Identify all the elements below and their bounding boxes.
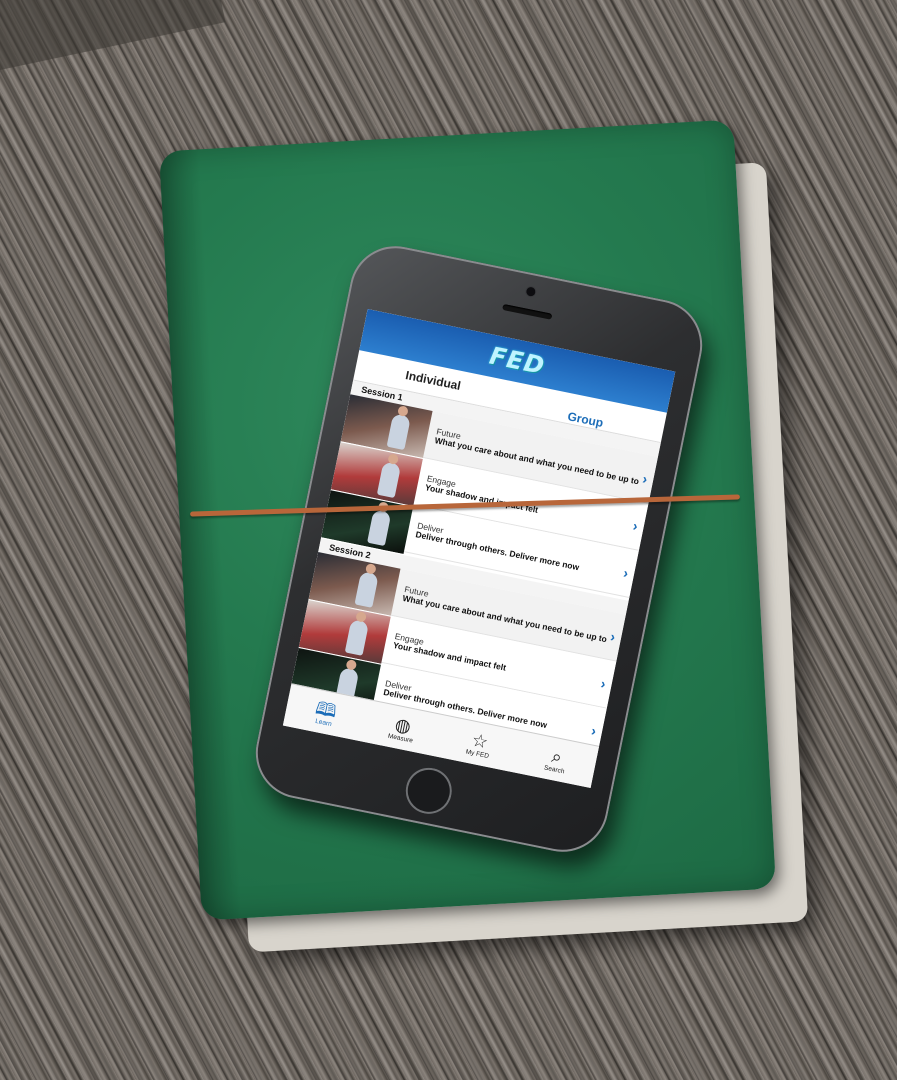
tabbar-label: Measure (387, 732, 414, 745)
app-logo: FED (487, 341, 548, 381)
tabbar-label: Search (543, 763, 566, 775)
magnifier-icon: ⌕ (550, 745, 564, 768)
